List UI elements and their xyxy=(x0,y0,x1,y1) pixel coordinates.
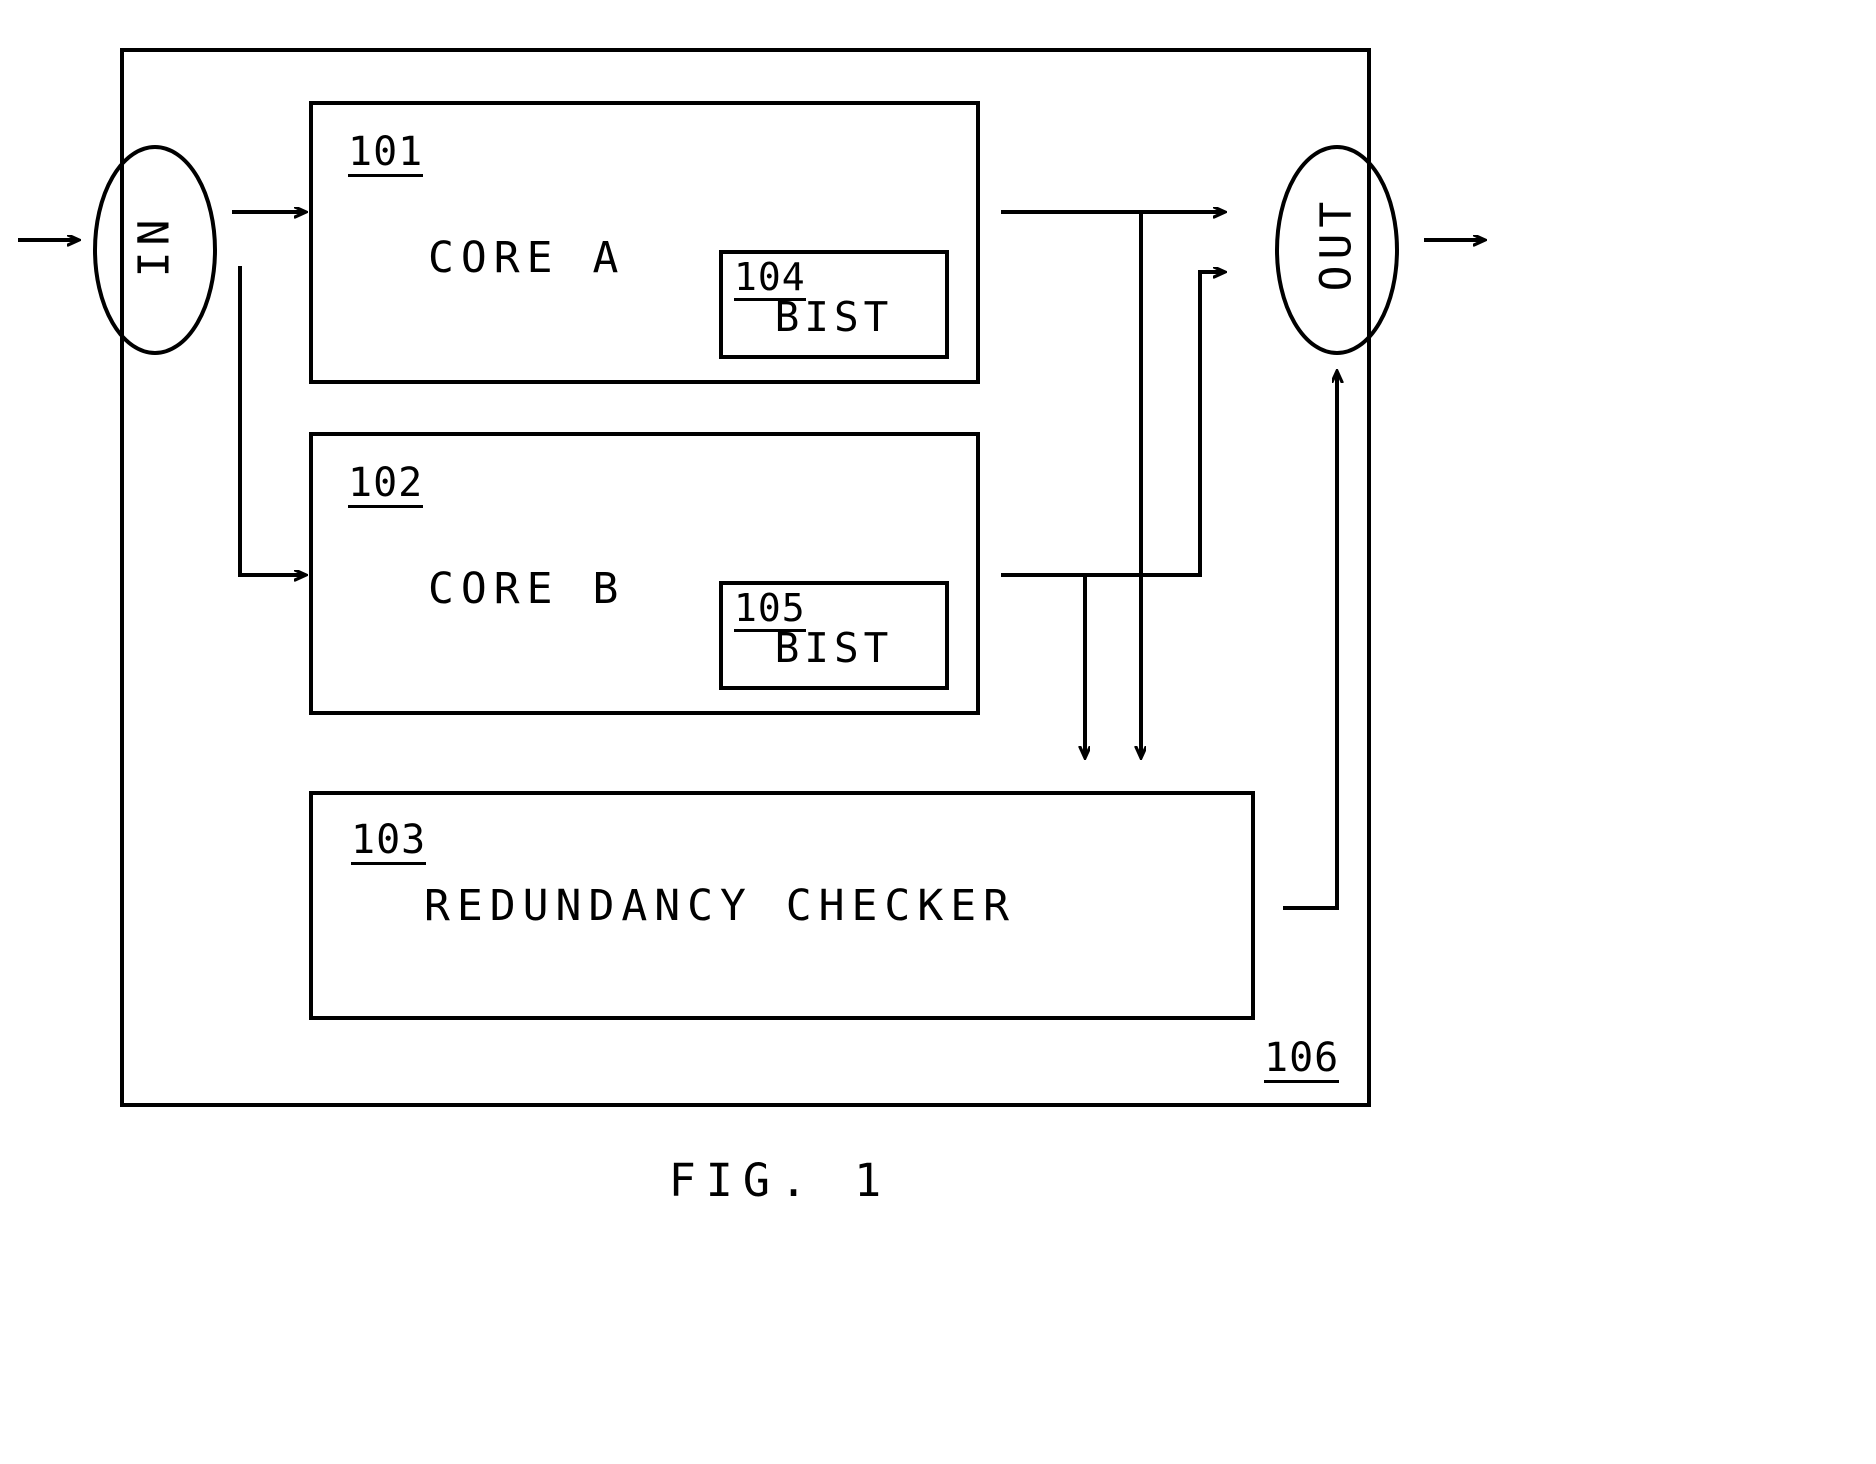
bist-b-label: BIST xyxy=(774,624,894,672)
redundancy-checker-label: REDUNDANCY CHECKER xyxy=(424,881,1016,931)
core-a-label: CORE A xyxy=(428,233,626,283)
ref-numeral-101: 101 xyxy=(348,129,424,177)
out-terminal-label: OUT xyxy=(1311,195,1362,292)
diagram-vector-layer xyxy=(18,48,1876,1107)
core-b-out-to-out-wire xyxy=(1001,272,1224,577)
in-to-core-b-wire xyxy=(238,266,305,575)
ref-numeral-102: 102 xyxy=(348,460,424,508)
ref-numeral-106: 106 xyxy=(1264,1035,1340,1083)
figure-canvas: IN OUT 101 CORE A 104 BIST 102 CORE B 10… xyxy=(0,0,1876,1464)
ref-numeral-103: 103 xyxy=(351,817,427,865)
bist-a-label: BIST xyxy=(774,293,894,341)
checker-to-out-wire xyxy=(1283,372,1337,910)
core-b-label: CORE B xyxy=(428,564,626,614)
figure-caption: FIG. 1 xyxy=(668,1154,892,1207)
in-terminal-label: IN xyxy=(129,213,180,278)
